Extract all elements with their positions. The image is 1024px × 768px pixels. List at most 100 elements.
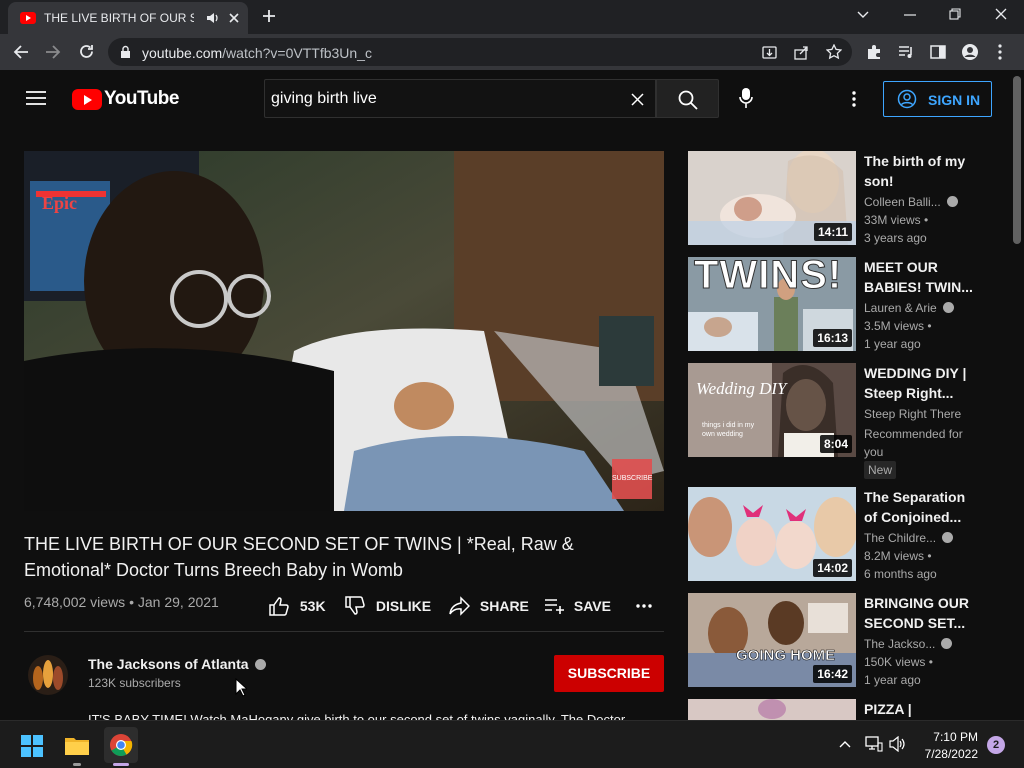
recommended-video[interactable]: 14:02 The Separation of Conjoined... The… <box>688 487 992 583</box>
hamburger-menu-icon[interactable] <box>26 90 46 106</box>
video-thumbnail[interactable]: Wedding DIY things i did in my own weddi… <box>688 363 856 457</box>
volume-icon[interactable] <box>889 736 907 752</box>
subscribe-button[interactable]: SUBSCRIBE <box>554 655 664 692</box>
tab-title: THE LIVE BIRTH OF OUR SEC <box>44 11 194 25</box>
chrome-menu-icon[interactable] <box>998 44 1002 60</box>
extensions-puzzle-icon[interactable] <box>866 44 882 60</box>
install-app-icon[interactable] <box>762 45 777 60</box>
subscriber-count: 123K subscribers <box>88 676 181 690</box>
recommended-title[interactable]: MEET OUR BABIES! TWIN... <box>864 257 974 297</box>
video-description[interactable]: IT'S BABY TIME! Watch MaHogany give birt… <box>88 712 664 720</box>
bookmark-star-icon[interactable] <box>826 44 842 60</box>
search-input[interactable] <box>271 88 621 110</box>
recommended-title[interactable]: The birth of my son! <box>864 151 974 191</box>
back-arrow-icon[interactable] <box>13 44 29 60</box>
side-panel-icon[interactable] <box>930 44 946 60</box>
video-duration: 16:13 <box>813 329 852 347</box>
microphone-icon[interactable] <box>739 87 753 109</box>
channel-name[interactable]: The Jacksons of Atlanta <box>88 656 266 672</box>
youtube-logo-icon[interactable] <box>72 89 102 110</box>
recommended-views: Recommended for you <box>864 427 963 459</box>
forward-arrow-icon[interactable] <box>45 44 61 60</box>
subscribe-watermark[interactable]: SUBSCRIBE <box>612 475 652 482</box>
search-button[interactable] <box>656 79 719 118</box>
chrome-icon[interactable] <box>109 733 133 757</box>
recommended-video[interactable]: GOING HOME 16:42 BRINGING OUR SECOND SET… <box>688 593 992 689</box>
thumbnail-subtext: things i did in my own wedding <box>702 422 755 438</box>
search-box[interactable] <box>264 79 656 118</box>
add-to-playlist-icon <box>545 599 564 614</box>
recommended-title[interactable]: The Separation of Conjoined... <box>864 487 974 527</box>
save-button[interactable]: SAVE <box>544 596 611 616</box>
recommended-channel[interactable]: Steep Right There <box>864 407 961 421</box>
thumbs-down-icon <box>345 596 365 615</box>
video-title: THE LIVE BIRTH OF OUR SECOND SET OF TWIN… <box>24 534 574 580</box>
minimize-icon[interactable] <box>904 14 916 16</box>
running-app-indicator <box>73 763 81 766</box>
network-icon[interactable] <box>865 736 883 752</box>
recommended-video[interactable]: Wedding DIY things i did in my own weddi… <box>688 363 992 483</box>
notification-badge[interactable]: 2 <box>987 736 1005 754</box>
recommended-channel[interactable]: Colleen Balli... <box>864 195 958 209</box>
show-hidden-icons-chevron-icon[interactable] <box>839 740 851 748</box>
reload-icon[interactable] <box>78 43 95 60</box>
video-thumbnail[interactable]: TWINS! 16:13 <box>688 257 856 351</box>
youtube-logo-text[interactable]: YouTube <box>104 88 179 110</box>
close-window-icon[interactable] <box>995 8 1007 20</box>
taskbar-date[interactable]: 7/28/2022 <box>912 747 978 761</box>
youtube-masthead: YouTube SIGN IN <box>0 70 1010 128</box>
file-explorer-icon[interactable] <box>64 734 90 756</box>
recommended-channel[interactable]: The Childre... <box>864 531 954 545</box>
recommended-video[interactable]: PIZZA | <box>688 699 992 720</box>
more-actions-icon[interactable] <box>636 604 652 608</box>
video-thumbnail[interactable]: 14:11 <box>688 151 856 245</box>
recommended-title[interactable]: PIZZA | <box>864 699 974 719</box>
section-divider <box>24 631 664 632</box>
taskbar-time[interactable]: 7:10 PM <box>932 730 978 744</box>
recommended-age: 3 years ago <box>864 231 927 245</box>
mouse-cursor-icon <box>235 678 247 697</box>
restore-icon[interactable] <box>949 8 961 20</box>
lock-icon[interactable] <box>120 45 131 59</box>
address-bar[interactable]: youtube.com/watch?v=0VTTfb3Un_c <box>108 38 852 66</box>
recommended-views: 33M views • <box>864 213 929 227</box>
share-arrow-icon <box>449 596 471 616</box>
upload-date: Jan 29, 2021 <box>137 594 219 610</box>
recommended-title[interactable]: BRINGING OUR SECOND SET... <box>864 593 974 633</box>
channel-avatar[interactable] <box>24 654 72 696</box>
like-button[interactable]: 53K <box>268 596 326 616</box>
verified-badge-icon <box>942 302 954 313</box>
new-tab-icon[interactable] <box>262 9 276 23</box>
youtube-page: YouTube SIGN IN <box>0 70 1024 720</box>
video-thumbnail[interactable]: GOING HOME 16:42 <box>688 593 856 687</box>
sign-in-button[interactable]: SIGN IN <box>883 81 992 117</box>
tab-search-chevron-icon[interactable] <box>857 11 869 19</box>
recommended-channel[interactable]: Lauren & Arie <box>864 301 954 315</box>
video-thumbnail[interactable]: 14:02 <box>688 487 856 581</box>
video-thumbnail[interactable] <box>688 699 856 720</box>
profile-avatar-icon[interactable] <box>961 43 979 61</box>
settings-more-icon[interactable] <box>852 91 856 107</box>
dislike-button[interactable]: DISLIKE <box>344 596 431 616</box>
clear-search-icon[interactable] <box>631 93 644 106</box>
video-duration: 14:11 <box>813 223 852 241</box>
share-page-icon[interactable] <box>794 45 809 60</box>
youtube-favicon-icon <box>20 12 36 24</box>
recommended-video[interactable]: TWINS! 16:13 MEET OUR BABIES! TWIN... La… <box>688 257 992 353</box>
close-tab-icon[interactable] <box>228 12 240 24</box>
account-circle-icon <box>897 89 917 109</box>
windows-start-icon[interactable] <box>21 735 43 757</box>
verified-badge-icon <box>941 638 953 649</box>
thumbnail-text: GOING HOME <box>736 647 836 665</box>
scrollbar-thumb[interactable] <box>1013 76 1021 244</box>
video-player[interactable]: Epic SUBSCRIBE <box>24 151 664 511</box>
browser-tab[interactable]: THE LIVE BIRTH OF OUR SEC <box>8 2 248 34</box>
recommended-channel[interactable]: The Jackso... <box>864 637 953 651</box>
media-controls-icon[interactable] <box>898 44 914 60</box>
recommended-title[interactable]: WEDDING DIY | Steep Right... <box>864 363 974 403</box>
thumbnail-image <box>688 699 856 720</box>
share-button[interactable]: SHARE <box>448 596 529 616</box>
speaker-icon[interactable] <box>206 12 220 24</box>
recommended-video[interactable]: 14:11 The birth of my son! Colleen Balli… <box>688 151 992 247</box>
browser-toolbar: youtube.com/watch?v=0VTTfb3Un_c <box>0 34 1024 70</box>
